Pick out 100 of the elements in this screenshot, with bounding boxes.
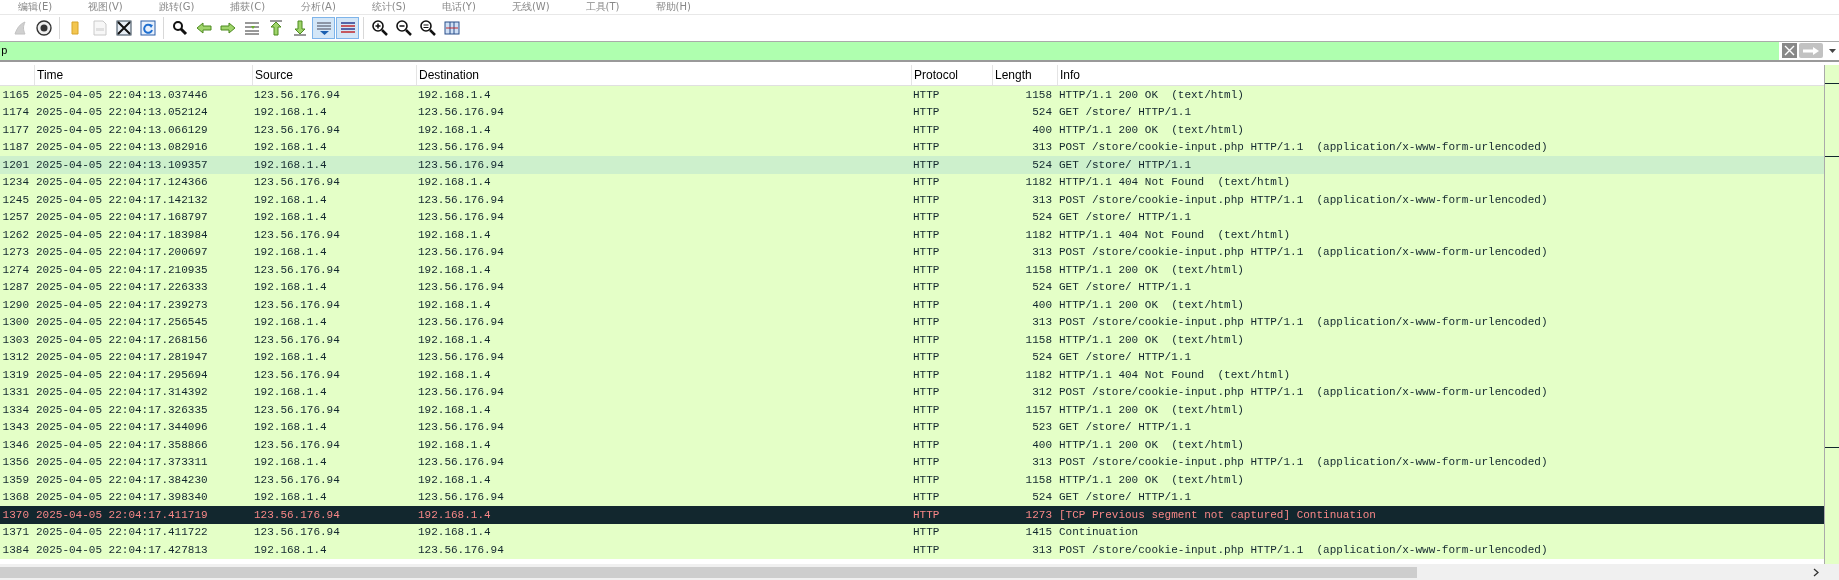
table-cell-text: 123.56.176.94 bbox=[417, 456, 505, 469]
table-cell-text: 123.56.176.94 bbox=[253, 88, 341, 101]
table-cell-text: 524 bbox=[1031, 491, 1053, 504]
packet-row[interactable]: 1245 2025-04-05 22:04:17.142132 192.168.1.4 123.56.176.94 HTTP 313 POST /store/cookie-input.php HTTP/1.1 (application/x-www-form-urlencoded) bbox=[0, 191, 1824, 209]
table-cell-text: 1273 bbox=[1024, 508, 1053, 521]
display-filter-field[interactable]: p bbox=[0, 42, 1779, 60]
table-cell-text: HTTP/1.1 200 OK (text/html) bbox=[1058, 88, 1245, 101]
packet-row[interactable]: 1201 2025-04-05 22:04:13.109357 192.168.1.4 123.56.176.94 HTTP 524 GET /store/ HTTP/1.1 bbox=[0, 156, 1824, 174]
column-header[interactable]: Source bbox=[252, 65, 416, 85]
packet-row[interactable]: 1303 2025-04-05 22:04:17.268156 123.56.176.94 192.168.1.4 HTTP 1158 HTTP/1.1 200 OK (text/html) bbox=[0, 331, 1824, 349]
packet-row[interactable]: 1384 2025-04-05 22:04:17.427813 192.168.1.4 123.56.176.94 HTTP 313 POST /store/cookie-input.php HTTP/1.1 (application/x-www-form-urlencoded) bbox=[0, 541, 1824, 559]
table-cell-text: 2025-04-05 22:04:17.256545 bbox=[35, 316, 209, 329]
menu-item[interactable]: 分析(A) bbox=[283, 0, 354, 14]
packet-number: 1384 bbox=[1, 543, 30, 556]
packet-number: 1273 bbox=[1, 246, 30, 259]
table-cell-text: 192.168.1.4 bbox=[417, 473, 492, 486]
table-cell-text: GET /store/ HTTP/1.1 bbox=[1058, 281, 1193, 294]
menu-item[interactable]: 捕获(C) bbox=[212, 0, 284, 14]
table-cell-text: 1158 bbox=[1024, 88, 1053, 101]
table-cell-text: POST /store/cookie-input.php HTTP/1.1 (application/x-www-form-urlencoded) bbox=[1058, 246, 1549, 259]
menu-item[interactable]: 无线(W) bbox=[493, 0, 568, 14]
caret-icon bbox=[1828, 49, 1836, 53]
table-cell-text: 2025-04-05 22:04:17.200697 bbox=[35, 246, 209, 259]
column-header[interactable]: Destination bbox=[416, 65, 911, 85]
packet-row[interactable]: 1359 2025-04-05 22:04:17.384230 123.56.176.94 192.168.1.4 HTTP 1158 HTTP/1.1 200 OK (text/html) bbox=[0, 471, 1824, 489]
table-cell-text: HTTP bbox=[912, 193, 941, 206]
table-cell-text: 123.56.176.94 bbox=[253, 263, 341, 276]
packet-row[interactable]: 1346 2025-04-05 22:04:17.358866 123.56.176.94 192.168.1.4 HTTP 400 HTTP/1.1 200 OK (text/html) bbox=[0, 436, 1824, 454]
packet-row[interactable]: 1177 2025-04-05 22:04:13.066129 123.56.176.94 192.168.1.4 HTTP 400 HTTP/1.1 200 OK (text/html) bbox=[0, 121, 1824, 139]
table-cell-text: 400 bbox=[1031, 298, 1053, 311]
table-cell-text: HTTP bbox=[912, 263, 941, 276]
table-cell-text: 123.56.176.94 bbox=[417, 386, 505, 399]
packet-number: 1312 bbox=[1, 351, 30, 364]
table-cell-text: Continuation bbox=[1058, 526, 1140, 539]
table-cell-text: HTTP bbox=[912, 333, 941, 346]
table-cell-text: 123.56.176.94 bbox=[417, 543, 505, 556]
packet-number: 1303 bbox=[1, 333, 30, 346]
packet-row[interactable]: 1274 2025-04-05 22:04:17.210935 123.56.176.94 192.168.1.4 HTTP 1158 HTTP/1.1 200 OK (text/html) bbox=[0, 261, 1824, 279]
packet-number: 1343 bbox=[1, 421, 30, 434]
table-cell-text: 192.168.1.4 bbox=[417, 438, 492, 451]
table-cell-text: 123.56.176.94 bbox=[253, 508, 341, 521]
packet-row[interactable]: 1262 2025-04-05 22:04:17.183984 123.56.176.94 192.168.1.4 HTTP 1182 HTTP/1.1 404 Not Found (text/html) bbox=[0, 226, 1824, 244]
menu-item[interactable]: 统计(S) bbox=[353, 0, 424, 14]
table-cell-text: HTTP bbox=[912, 88, 941, 101]
table-cell-text: 2025-04-05 22:04:17.398340 bbox=[35, 491, 209, 504]
table-cell-text: GET /store/ HTTP/1.1 bbox=[1058, 106, 1193, 119]
menu-item[interactable]: 电话(Y) bbox=[423, 0, 494, 14]
table-cell-text: 1158 bbox=[1024, 333, 1053, 346]
menu-item[interactable]: 视图(V) bbox=[70, 0, 141, 14]
horizontal-scrollbar[interactable] bbox=[0, 564, 1839, 580]
table-cell-text: GET /store/ HTTP/1.1 bbox=[1058, 421, 1193, 434]
table-cell-text: HTTP bbox=[912, 158, 941, 171]
packet-map-scrollbar[interactable] bbox=[1824, 65, 1839, 564]
go-to-packet-icon bbox=[242, 19, 261, 37]
packet-number: 1245 bbox=[1, 193, 30, 206]
menu-item[interactable]: 编辑(E) bbox=[0, 0, 71, 14]
table-cell-text: 192.168.1.4 bbox=[417, 88, 492, 101]
table-cell-text: 2025-04-05 22:04:17.226333 bbox=[35, 281, 209, 294]
packet-row[interactable]: 1370 2025-04-05 22:04:17.411719 123.56.176.94 192.168.1.4 HTTP 1273 [TCP Previous segment not captured] Continuation bbox=[0, 506, 1824, 524]
menu-item[interactable]: 跳转(G) bbox=[140, 0, 213, 14]
column-header[interactable]: Protocol bbox=[911, 65, 992, 85]
table-cell-text: HTTP bbox=[912, 176, 941, 189]
table-cell-text: HTTP bbox=[912, 106, 941, 119]
table-cell-text: HTTP bbox=[912, 386, 941, 399]
packet-row[interactable]: 1165 2025-04-05 22:04:13.037446 123.56.176.94 192.168.1.4 HTTP 1158 HTTP/1.1 200 OK (text/html) bbox=[0, 86, 1824, 104]
table-cell-text: 123.56.176.94 bbox=[417, 246, 505, 259]
menu-item[interactable]: 帮助(H) bbox=[637, 0, 709, 14]
settings-icon bbox=[34, 19, 53, 37]
table-cell-text: 313 bbox=[1031, 246, 1053, 259]
packet-number: 1334 bbox=[1, 403, 30, 416]
table-cell-text: 192.168.1.4 bbox=[417, 368, 492, 381]
table-cell-text: 2025-04-05 22:04:13.082916 bbox=[35, 141, 209, 154]
table-cell-text: 192.168.1.4 bbox=[417, 263, 492, 276]
table-cell-text: 123.56.176.94 bbox=[417, 316, 505, 329]
table-cell-text: HTTP bbox=[912, 526, 941, 539]
table-cell-text: 2025-04-05 22:04:17.142132 bbox=[35, 193, 209, 206]
table-cell-text: HTTP bbox=[912, 508, 941, 521]
menu-item[interactable]: 工具(T) bbox=[567, 0, 638, 14]
column-header[interactable]: Length bbox=[992, 65, 1057, 85]
table-cell-text: 123.56.176.94 bbox=[417, 193, 505, 206]
table-cell-text: [TCP Previous segment not captured] Continuation bbox=[1058, 508, 1377, 521]
table-cell-text: HTTP/1.1 404 Not Found (text/html) bbox=[1058, 176, 1292, 189]
table-cell-text: 192.168.1.4 bbox=[417, 508, 492, 521]
table-cell-text: 312 bbox=[1031, 386, 1053, 399]
clear-button[interactable] bbox=[1782, 43, 1797, 58]
packet-number: 1287 bbox=[1, 281, 30, 294]
packet-number: 1300 bbox=[1, 316, 30, 329]
table-cell-text: HTTP/1.1 404 Not Found (text/html) bbox=[1058, 228, 1292, 241]
packet-row[interactable]: 1319 2025-04-05 22:04:17.295694 123.56.176.94 192.168.1.4 HTTP 1182 HTTP/1.1 404 Not Found (text/html) bbox=[0, 366, 1824, 384]
table-cell-text: HTTP/1.1 200 OK (text/html) bbox=[1058, 438, 1245, 451]
table-cell-text: 2025-04-05 22:04:17.168797 bbox=[35, 211, 209, 224]
packet-row[interactable]: 1334 2025-04-05 22:04:17.326335 123.56.176.94 192.168.1.4 HTTP 1157 HTTP/1.1 200 OK (text/html) bbox=[0, 401, 1824, 419]
table-cell-text: 2025-04-05 22:04:17.239273 bbox=[35, 298, 209, 311]
table-cell-text: 192.168.1.4 bbox=[253, 351, 328, 364]
table-cell-text: HTTP/1.1 200 OK (text/html) bbox=[1058, 298, 1245, 311]
table-cell-text: HTTP bbox=[912, 316, 941, 329]
column-header[interactable]: Time bbox=[34, 65, 252, 85]
packet-row[interactable]: 1290 2025-04-05 22:04:17.239273 123.56.176.94 192.168.1.4 HTTP 400 HTTP/1.1 200 OK (text/html) bbox=[0, 296, 1824, 314]
table-cell-text: HTTP bbox=[912, 123, 941, 136]
table-cell-text: 123.56.176.94 bbox=[253, 526, 341, 539]
